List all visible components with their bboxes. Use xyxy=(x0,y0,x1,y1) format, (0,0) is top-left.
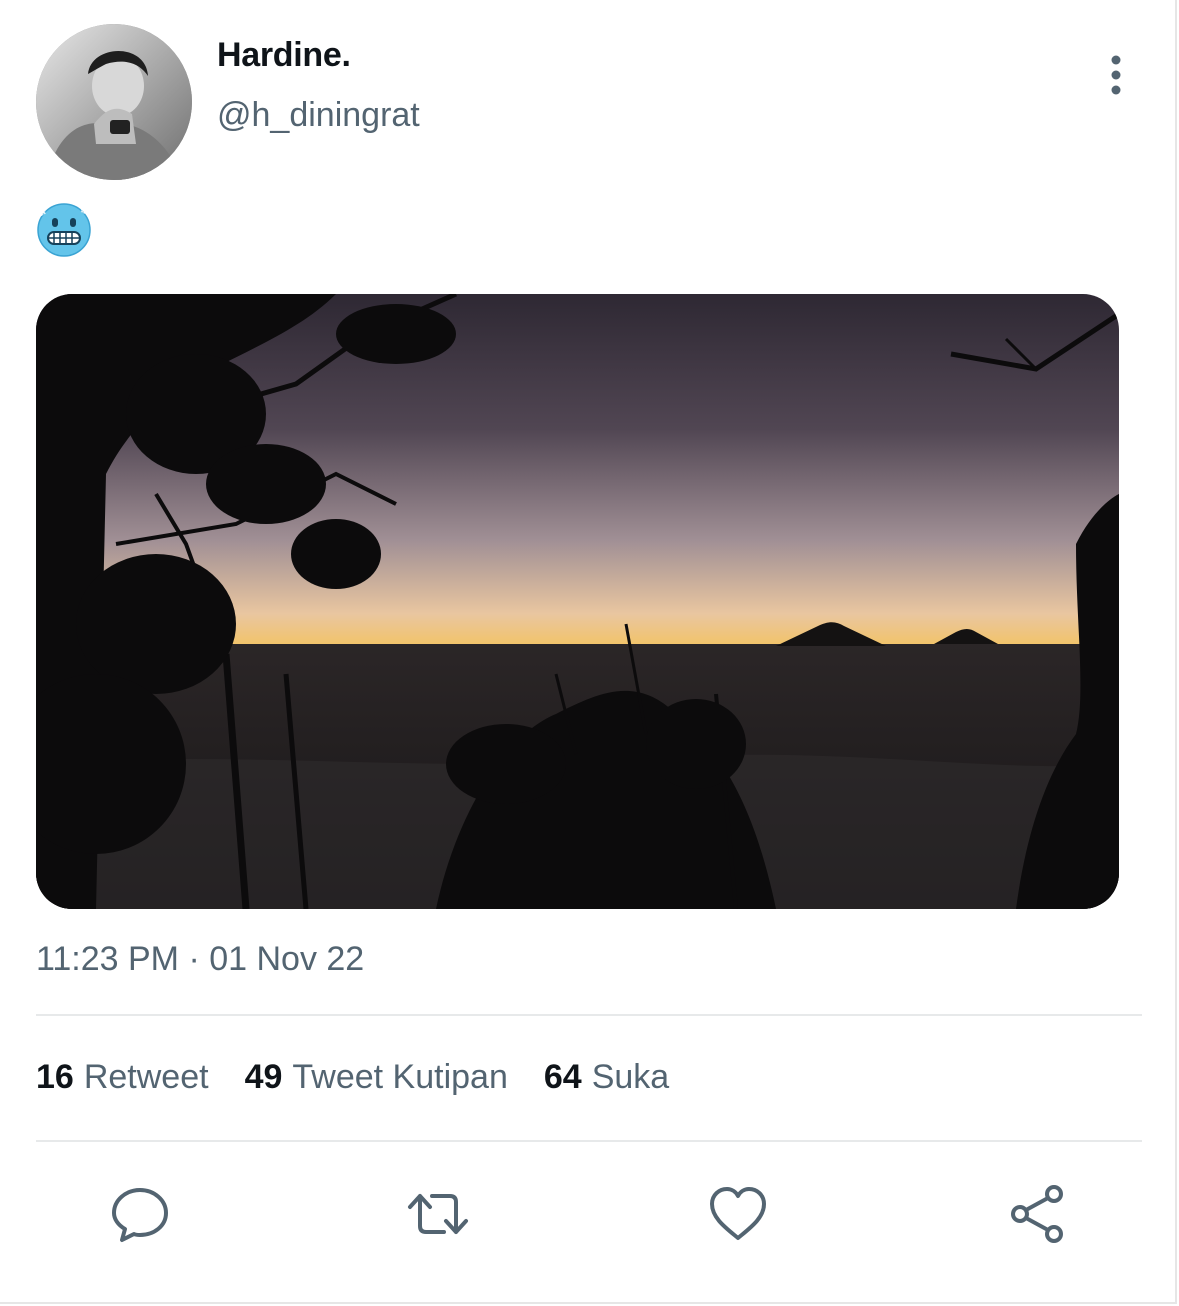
stat-label: Tweet Kutipan xyxy=(292,1058,508,1096)
divider xyxy=(36,1140,1142,1142)
stat-label: Retweet xyxy=(83,1058,209,1096)
svg-text:❄: ❄ xyxy=(80,206,88,217)
reply-icon[interactable] xyxy=(108,1182,172,1246)
stat-count: 16 xyxy=(36,1058,74,1096)
stat-label: Suka xyxy=(591,1058,670,1096)
avatar[interactable] xyxy=(36,24,192,180)
stat-count: 49 xyxy=(244,1058,283,1096)
more-options-icon[interactable] xyxy=(1096,52,1136,100)
tweet-photo[interactable] xyxy=(36,294,1119,909)
display-name[interactable]: Hardine. xyxy=(217,36,351,75)
like-count-stat[interactable]: 64 Suka xyxy=(544,1058,669,1097)
user-handle[interactable]: @h_diningrat xyxy=(217,96,420,135)
cold-face-emoji: ❄ ❄ xyxy=(36,202,92,258)
like-icon[interactable] xyxy=(706,1182,770,1246)
retweet-icon[interactable] xyxy=(406,1182,470,1246)
tweet-timestamp[interactable]: 11:23 PM · 01 Nov 22 xyxy=(36,940,364,979)
engagement-stats: 16 Retweet 49 Tweet Kutipan 64 Suka xyxy=(36,1058,705,1097)
stat-count: 64 xyxy=(543,1058,582,1096)
tweet-detail-card: Hardine. @h_diningrat ❄ ❄ 11:23 PM · 01 … xyxy=(0,0,1177,1304)
retweet-count-stat[interactable]: 16 Retweet xyxy=(36,1058,209,1097)
share-icon[interactable] xyxy=(1006,1182,1070,1246)
quote-tweet-count-stat[interactable]: 49 Tweet Kutipan xyxy=(245,1058,508,1097)
divider xyxy=(36,1014,1142,1016)
svg-text:❄: ❄ xyxy=(37,205,47,219)
